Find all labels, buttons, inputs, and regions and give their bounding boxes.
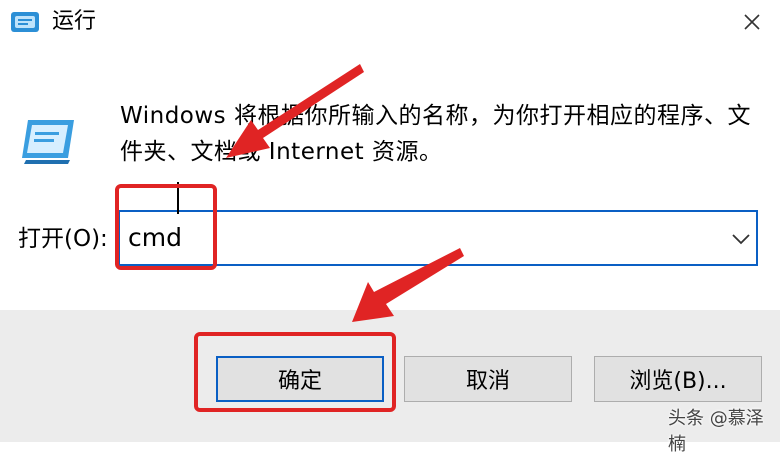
dialog-body: Windows 将根据你所输入的名称，为你打开相应的程序、文件夹、文档或 Int… xyxy=(0,46,780,310)
description-text: Windows 将根据你所输入的名称，为你打开相应的程序、文件夹、文档或 Int… xyxy=(120,103,751,165)
dropdown-button[interactable] xyxy=(728,226,754,252)
highlight-ok-box xyxy=(194,332,396,412)
watermark: 头条 @慕泽楠 xyxy=(668,408,764,455)
window-title: 运行 xyxy=(52,9,97,34)
run-app-icon xyxy=(10,10,40,34)
cancel-button[interactable]: 取消 xyxy=(404,356,572,402)
open-label: 打开(O): xyxy=(18,226,108,252)
chevron-down-icon xyxy=(732,234,750,245)
browse-button[interactable]: 浏览(B)... xyxy=(594,356,762,402)
run-icon xyxy=(18,112,78,166)
highlight-input-box xyxy=(115,184,217,270)
close-icon xyxy=(744,14,760,30)
close-button[interactable] xyxy=(730,2,774,42)
title-bar: 运行 xyxy=(0,0,780,46)
